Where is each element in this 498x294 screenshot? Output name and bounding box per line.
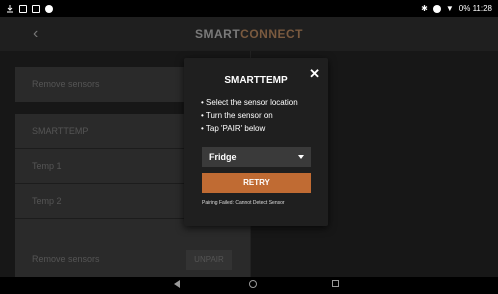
brand-part1: SMART bbox=[194, 27, 241, 41]
instruction-list: Select the sensor location Turn the sens… bbox=[201, 96, 298, 135]
nav-recents-icon[interactable] bbox=[332, 280, 339, 287]
app-header: ‹ SMARTCONNECT bbox=[0, 17, 498, 51]
image-icon bbox=[19, 4, 27, 13]
download-icon bbox=[6, 4, 14, 13]
status-bar-text: 0% 11:28 bbox=[458, 4, 492, 13]
status-bar-right: ✱ ▼ 0% 11:28 bbox=[421, 4, 492, 13]
nav-back-icon[interactable] bbox=[174, 280, 180, 288]
location-select[interactable]: Fridge bbox=[202, 147, 311, 167]
instruction-step: Turn the sensor on bbox=[201, 109, 298, 122]
circle-icon bbox=[45, 4, 53, 13]
status-bar-left bbox=[6, 4, 53, 13]
dialog-title: SMARTTEMP bbox=[224, 75, 288, 86]
cast-icon bbox=[32, 4, 40, 13]
row-label: Remove sensors bbox=[32, 254, 100, 264]
remove-sensors-row: Remove sensors UNPAIR bbox=[15, 242, 250, 277]
pairing-dialog: ✕ SMARTTEMP Select the sensor location T… bbox=[184, 58, 328, 226]
status-bar: ✱ ▼ 0% 11:28 bbox=[0, 0, 498, 17]
bluetooth-icon: ✱ bbox=[421, 4, 428, 13]
settings-icon bbox=[432, 4, 441, 13]
nav-home-icon[interactable] bbox=[249, 280, 257, 288]
row-label: SMARTTEMP bbox=[32, 126, 89, 136]
wifi-icon: ▼ bbox=[445, 4, 454, 13]
row-label: Temp 2 bbox=[32, 196, 62, 206]
app-title: SMARTCONNECT bbox=[0, 27, 498, 41]
row-label: Temp 1 bbox=[32, 161, 62, 171]
chevron-down-icon bbox=[298, 155, 304, 159]
error-message: Pairing Failed: Cannot Detect Sensor bbox=[202, 200, 285, 206]
instruction-step: Select the sensor location bbox=[201, 96, 298, 109]
brand-part2: CONNECT bbox=[240, 27, 303, 41]
system-nav-bar bbox=[0, 277, 498, 294]
location-value: Fridge bbox=[209, 152, 237, 162]
row-label: Remove sensors bbox=[32, 79, 100, 89]
unpair-button[interactable]: UNPAIR bbox=[186, 250, 232, 270]
retry-button[interactable]: RETRY bbox=[202, 173, 311, 193]
instruction-step: Tap 'PAIR' below bbox=[201, 122, 298, 135]
